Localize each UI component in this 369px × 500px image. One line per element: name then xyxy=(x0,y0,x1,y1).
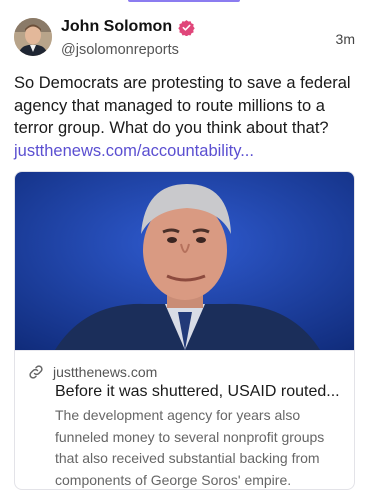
article-image xyxy=(15,172,354,350)
verified-badge-icon xyxy=(178,19,195,36)
top-accent-bar xyxy=(128,0,240,2)
post-header: John Solomon @jsolomonreports 3m xyxy=(14,14,355,62)
author-handle[interactable]: @jsolomonreports xyxy=(61,42,195,58)
post-link[interactable]: justthenews.com/accountability... xyxy=(14,140,359,163)
link-icon xyxy=(29,365,43,379)
link-preview-card[interactable]: justthenews.com Before it was shuttered,… xyxy=(14,171,355,490)
author-display-name[interactable]: John Solomon xyxy=(61,18,172,36)
post-timestamp: 3m xyxy=(335,31,355,47)
post-text: So Democrats are protesting to save a fe… xyxy=(14,74,351,137)
card-title[interactable]: Before it was shuttered, USAID routed... xyxy=(27,383,342,401)
card-domain: justthenews.com xyxy=(53,364,158,380)
card-meta: justthenews.com Before it was shuttered,… xyxy=(15,350,354,489)
avatar[interactable] xyxy=(14,18,52,56)
post-body: So Democrats are protesting to save a fe… xyxy=(14,72,359,162)
card-description: The development agency for years also fu… xyxy=(55,407,325,488)
